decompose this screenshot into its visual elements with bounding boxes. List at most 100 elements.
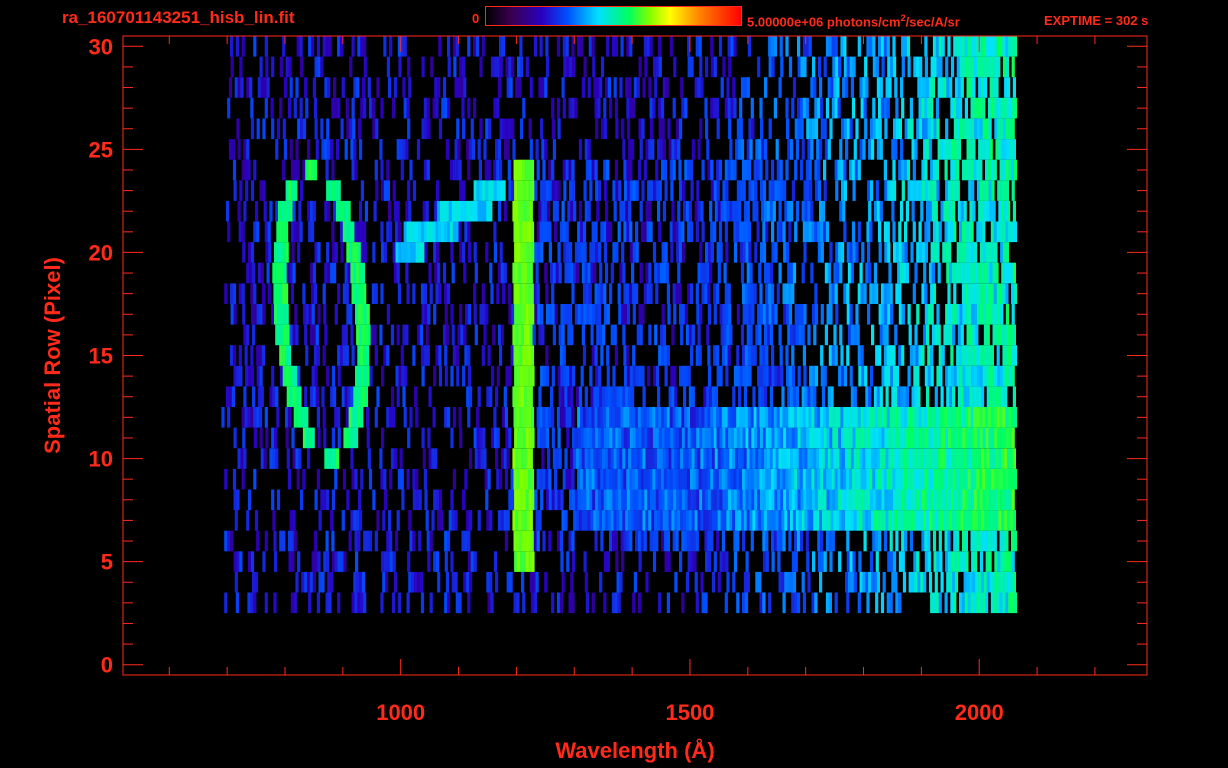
heatmap-cell <box>437 200 441 222</box>
heatmap-cell <box>966 77 970 98</box>
heatmap-cell <box>847 262 852 284</box>
heatmap-cell <box>748 242 752 263</box>
heatmap-cell <box>368 530 373 552</box>
heatmap-cell <box>858 365 862 387</box>
heatmap-cell <box>1011 221 1015 243</box>
heatmap-cell <box>924 365 928 387</box>
heatmap-cell <box>341 200 345 222</box>
heatmap-cell <box>829 551 833 572</box>
heatmap-cell <box>599 448 603 469</box>
heatmap-cell <box>327 448 331 469</box>
heatmap-cell <box>242 304 246 325</box>
heatmap-cell <box>887 365 891 387</box>
heatmap-cell <box>337 551 341 572</box>
heatmap-cell <box>610 262 614 284</box>
heatmap-cell <box>242 242 246 263</box>
heatmap-cell <box>609 468 613 490</box>
heatmap-cell <box>276 221 280 243</box>
heatmap-cell <box>817 551 821 572</box>
heatmap-cell <box>888 510 892 531</box>
heatmap-cell <box>637 159 642 181</box>
heatmap-cell <box>357 592 361 614</box>
heatmap-cell <box>783 304 787 325</box>
heatmap-cell <box>690 489 694 511</box>
heatmap-cell <box>479 304 483 325</box>
heatmap-cell <box>999 468 1003 490</box>
heatmap-cell <box>619 200 623 222</box>
heatmap-cell <box>794 159 798 181</box>
heatmap-cell <box>360 407 364 428</box>
heatmap-cell <box>956 97 960 119</box>
heatmap-cell <box>591 592 595 614</box>
heatmap-cell <box>642 510 646 531</box>
heatmap-cell <box>691 386 695 407</box>
heatmap-cell <box>746 448 750 469</box>
heatmap-cell <box>522 159 526 181</box>
heatmap-cell <box>318 571 322 593</box>
heatmap-cell <box>797 592 801 614</box>
heatmap-cell <box>252 571 256 593</box>
heatmap-cell <box>289 200 293 222</box>
heatmap-cell <box>713 97 717 119</box>
heatmap-cell <box>972 139 976 160</box>
heatmap-cell <box>761 448 765 469</box>
heatmap-cell <box>560 365 564 387</box>
heatmap-cell <box>574 97 578 119</box>
heatmap-cell <box>777 365 781 387</box>
heatmap-cell <box>333 386 337 407</box>
heatmap-cell <box>424 304 428 325</box>
heatmap-cell <box>551 489 555 511</box>
heatmap-cell <box>452 221 456 243</box>
heatmap-cell <box>482 180 486 201</box>
heatmap-cell <box>254 200 259 222</box>
heatmap-cell <box>463 571 467 593</box>
heatmap-cell <box>976 304 981 325</box>
heatmap-cell <box>489 386 493 407</box>
heatmap-cell <box>962 118 966 140</box>
heatmap-cell <box>299 221 303 243</box>
heatmap-cell <box>626 221 630 243</box>
heatmap-cell <box>942 242 946 263</box>
heatmap-cell <box>480 200 484 222</box>
heatmap-cell <box>762 304 767 325</box>
heatmap-cell <box>666 530 670 552</box>
heatmap-cell <box>228 386 233 407</box>
heatmap-cell <box>960 200 964 222</box>
heatmap-cell <box>302 283 306 304</box>
heatmap-cell <box>346 489 350 511</box>
heatmap-cell <box>699 242 703 263</box>
heatmap-cell <box>588 36 592 57</box>
heatmap-cell <box>781 510 785 531</box>
heatmap-cell <box>425 510 429 531</box>
heatmap-cell <box>289 386 293 407</box>
heatmap-cell <box>959 304 963 325</box>
heatmap-cell <box>824 139 828 160</box>
heatmap-cell <box>881 304 885 325</box>
heatmap-cell <box>523 386 528 407</box>
heatmap-cell <box>638 365 642 387</box>
heatmap-cell <box>354 468 358 490</box>
heatmap-cell <box>594 468 598 490</box>
heatmap-cell <box>941 407 945 428</box>
heatmap-cell <box>673 365 677 387</box>
heatmap-cell <box>1000 489 1004 511</box>
heatmap-cell <box>308 36 312 57</box>
heatmap-cell <box>248 365 252 387</box>
heatmap-cell <box>982 407 986 428</box>
heatmap-cell <box>985 489 989 511</box>
heatmap-cell <box>294 304 298 325</box>
heatmap-cell <box>963 200 967 222</box>
heatmap-cell <box>525 221 529 243</box>
heatmap-cell <box>633 571 637 593</box>
heatmap-cell <box>230 345 234 366</box>
heatmap-cell <box>469 200 473 222</box>
heatmap-cell <box>834 345 838 366</box>
heatmap-cell <box>674 139 678 160</box>
heatmap-cell <box>982 592 986 614</box>
heatmap-cell <box>467 592 471 614</box>
heatmap-cell <box>860 97 864 119</box>
heatmap-cell <box>1012 262 1016 284</box>
heatmap-cell <box>282 304 286 325</box>
heatmap-cell <box>898 304 902 325</box>
heatmap-cell <box>610 324 614 346</box>
